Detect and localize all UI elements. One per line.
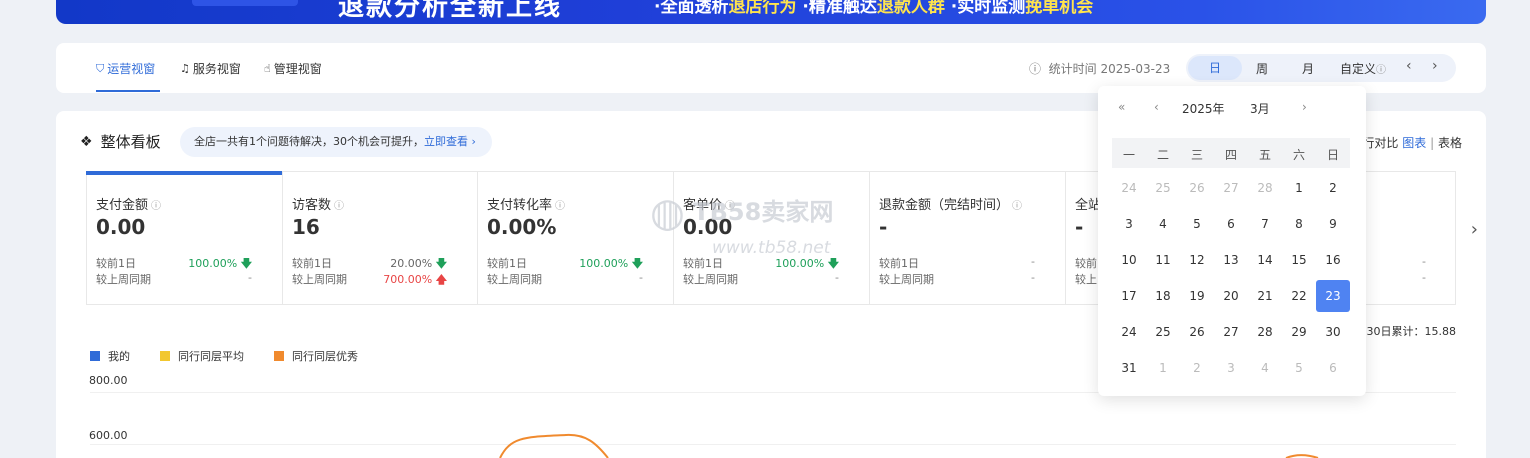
promo-banner[interactable]: 退款分析全新上线 ·全面透析退店行为 ·精准触达退款人群 ·实时监测挽单机会 bbox=[56, 0, 1486, 24]
calendar-day[interactable]: 29 bbox=[1282, 316, 1316, 348]
weekday-label: 日 bbox=[1326, 148, 1339, 162]
tab-operations[interactable]: ⛉ 运营视窗 bbox=[96, 60, 155, 77]
shield-icon: ⛉ bbox=[96, 61, 105, 75]
period-day-button[interactable]: 日 bbox=[1188, 56, 1242, 80]
calendar-day[interactable]: 9 bbox=[1316, 208, 1350, 240]
calendar-day[interactable]: 5 bbox=[1282, 352, 1316, 384]
calendar-day[interactable]: 22 bbox=[1282, 280, 1316, 312]
calendar-day[interactable]: 23 bbox=[1316, 280, 1350, 312]
calendar-day[interactable]: 28 bbox=[1248, 316, 1282, 348]
calendar-day[interactable]: 30 bbox=[1316, 316, 1350, 348]
watermark-emblem-icon: ◍ bbox=[650, 190, 685, 236]
calendar-day[interactable]: 25 bbox=[1146, 172, 1180, 204]
banner-decoration bbox=[192, 0, 298, 6]
watermark-logo: ◍ TB58卖家网 bbox=[650, 190, 834, 236]
calendar-day[interactable]: 17 bbox=[1112, 280, 1146, 312]
next-month-icon[interactable]: › bbox=[1302, 100, 1307, 114]
tab-label: 管理视窗 bbox=[273, 62, 322, 76]
banner-subline: ·全面透析退店行为 ·精准触达退款人群 ·实时监测挽单机会 bbox=[654, 0, 1094, 17]
calendar-day[interactable]: 3 bbox=[1112, 208, 1146, 240]
calendar-day[interactable]: 26 bbox=[1180, 316, 1214, 348]
period-month-button[interactable]: 月 bbox=[1302, 60, 1314, 77]
calendar-day[interactable]: 2 bbox=[1180, 352, 1214, 384]
help-icon: ⓘ bbox=[1376, 65, 1387, 76]
calendar-day[interactable]: 4 bbox=[1146, 208, 1180, 240]
calendar-day[interactable]: 5 bbox=[1180, 208, 1214, 240]
calendar-day[interactable]: 6 bbox=[1214, 208, 1248, 240]
calendar-grid: 24 25 26 27 28 1 2 3 4 5 6 7 8 9 10 11 12 13 14 15 16 17 18 19 2… bbox=[1112, 172, 1350, 388]
tab-service[interactable]: ♫ 服务视窗 bbox=[180, 60, 241, 77]
weekday-label: 六 bbox=[1292, 148, 1305, 162]
next-period-icon[interactable]: › bbox=[1432, 58, 1438, 74]
calendar-day[interactable]: 31 bbox=[1112, 352, 1146, 384]
tab-label: 运营视窗 bbox=[107, 62, 156, 76]
calendar-day[interactable]: 20 bbox=[1214, 280, 1248, 312]
period-selector: 日 周 月 自定义ⓘ ‹ › bbox=[1186, 54, 1456, 82]
weekday-label: 二 bbox=[1156, 148, 1169, 162]
calendar-day[interactable]: 3 bbox=[1214, 352, 1248, 384]
calendar-day[interactable]: 15 bbox=[1282, 244, 1316, 276]
calendar-day[interactable]: 10 bbox=[1112, 244, 1146, 276]
prev-period-icon[interactable]: ‹ bbox=[1406, 58, 1412, 74]
calendar-day[interactable]: 1 bbox=[1146, 352, 1180, 384]
weekday-header: 一 二 三 四 五 六 日 bbox=[1112, 138, 1350, 168]
banner-headline: 退款分析全新上线 bbox=[338, 0, 563, 22]
calendar-day[interactable]: 11 bbox=[1146, 244, 1180, 276]
tab-management[interactable]: ☝ 管理视窗 bbox=[264, 60, 322, 77]
calendar-day[interactable]: 7 bbox=[1248, 208, 1282, 240]
calendar-day[interactable]: 24 bbox=[1112, 172, 1146, 204]
calendar-day[interactable]: 21 bbox=[1248, 280, 1282, 312]
calendar-day[interactable]: 16 bbox=[1316, 244, 1350, 276]
calendar-day[interactable]: 25 bbox=[1146, 316, 1180, 348]
calendar-day[interactable]: 19 bbox=[1180, 280, 1214, 312]
prev-year-icon[interactable]: « bbox=[1118, 100, 1125, 114]
stat-time: ⓘ 统计时间 2025-03-23 bbox=[1029, 62, 1171, 76]
calendar-day[interactable]: 12 bbox=[1180, 244, 1214, 276]
weekday-label: 三 bbox=[1190, 148, 1203, 162]
calendar-month[interactable]: 3月 bbox=[1250, 100, 1270, 117]
hand-icon: ☝ bbox=[264, 62, 271, 75]
calendar-day[interactable]: 6 bbox=[1316, 352, 1350, 384]
weekday-label: 四 bbox=[1224, 148, 1237, 162]
calendar-day[interactable]: 24 bbox=[1112, 316, 1146, 348]
period-custom-button[interactable]: 自定义ⓘ bbox=[1340, 60, 1386, 77]
calendar-day[interactable]: 1 bbox=[1282, 172, 1316, 204]
tab-label: 服务视窗 bbox=[192, 62, 241, 76]
calendar-day[interactable]: 27 bbox=[1214, 172, 1248, 204]
prev-month-icon[interactable]: ‹ bbox=[1154, 100, 1159, 114]
calendar-day[interactable]: 14 bbox=[1248, 244, 1282, 276]
watermark-url: www.tb58.net bbox=[712, 238, 831, 258]
calendar-day[interactable]: 18 bbox=[1146, 280, 1180, 312]
calendar-year[interactable]: 2025年 bbox=[1182, 100, 1225, 117]
calendar-day[interactable]: 27 bbox=[1214, 316, 1248, 348]
weekday-label: 一 bbox=[1122, 148, 1135, 162]
headset-icon: ♫ bbox=[180, 62, 190, 75]
weekday-label: 五 bbox=[1258, 148, 1271, 162]
info-icon: ⓘ bbox=[1029, 62, 1042, 76]
calendar-day[interactable]: 13 bbox=[1214, 244, 1248, 276]
active-tab-indicator bbox=[96, 90, 160, 92]
series-line-excellent bbox=[499, 433, 609, 458]
calendar-day[interactable]: 28 bbox=[1248, 172, 1282, 204]
calendar-day[interactable]: 2 bbox=[1316, 172, 1350, 204]
calendar-header: « ‹ 2025年 3月 › bbox=[1114, 98, 1350, 118]
calendar-day[interactable]: 8 bbox=[1282, 208, 1316, 240]
calendar-day[interactable]: 26 bbox=[1180, 172, 1214, 204]
calendar-day[interactable]: 4 bbox=[1248, 352, 1282, 384]
date-picker-popup: « ‹ 2025年 3月 › 一 二 三 四 五 六 日 24 25 26 27 28 1… bbox=[1098, 86, 1366, 396]
period-week-button[interactable]: 周 bbox=[1256, 60, 1268, 77]
